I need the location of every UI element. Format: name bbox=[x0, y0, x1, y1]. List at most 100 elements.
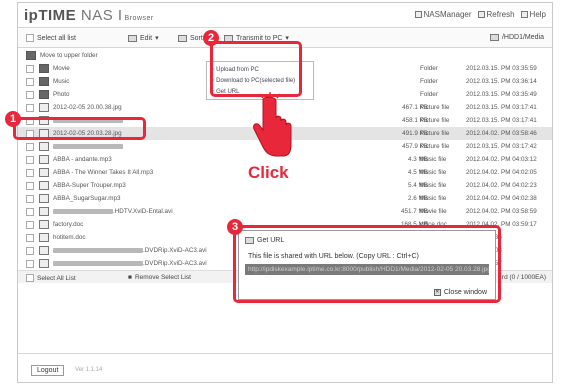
file-name: Move to upper folder bbox=[40, 52, 98, 59]
help-icon bbox=[520, 11, 528, 18]
file-type: Folder bbox=[420, 91, 438, 98]
row-checkbox[interactable] bbox=[26, 78, 34, 86]
logout-button[interactable]: Logout bbox=[31, 365, 65, 376]
table-row[interactable]: ABBA_SugarSugar.mp3 2.6 MB Music file 2012.… bbox=[18, 192, 552, 205]
row-checkbox[interactable] bbox=[26, 143, 34, 151]
row-checkbox[interactable] bbox=[26, 182, 34, 190]
header: ipTIME NAS I Browser NASManager Refresh H… bbox=[18, 3, 552, 28]
refresh-label: Refresh bbox=[486, 10, 515, 19]
step-1-marker: 1 bbox=[5, 111, 21, 127]
row-checkbox[interactable] bbox=[26, 91, 34, 99]
up-folder-icon bbox=[26, 51, 36, 60]
file-name: Photo bbox=[53, 91, 70, 98]
file-type: Movie file bbox=[420, 208, 447, 215]
logo-part: ip bbox=[24, 7, 39, 24]
quota-text: rd (0 / 1000EA) bbox=[501, 274, 546, 281]
music-file-icon bbox=[39, 194, 49, 203]
logo: ipTIME NAS I Browser bbox=[24, 7, 154, 24]
file-name: Movie bbox=[53, 65, 70, 72]
file-type: Music file bbox=[420, 169, 447, 176]
table-row[interactable]: .HDTV.XviD-Ental.avi 451.7 MB Movie file 20… bbox=[18, 205, 552, 218]
music-file-icon bbox=[39, 181, 49, 190]
select-all-checkbox[interactable] bbox=[26, 34, 34, 42]
select-all-list-toggle[interactable]: Select All List bbox=[26, 274, 76, 282]
select-all-toggle[interactable]: Select all list bbox=[26, 34, 76, 42]
file-type: Music file bbox=[420, 182, 447, 189]
movie-file-icon bbox=[39, 207, 49, 216]
file-date: 2012.03.15. PM 03:17:41 bbox=[466, 117, 537, 124]
edit-menu[interactable]: Edit ▾ bbox=[128, 34, 159, 42]
file-type: Music file bbox=[420, 195, 447, 202]
redaction bbox=[53, 247, 143, 253]
nas-manager-label: NASManager bbox=[423, 10, 472, 19]
remove-select-list-label: Remove Select List bbox=[134, 274, 191, 281]
music-file-icon bbox=[39, 155, 49, 164]
highlight-selected-file bbox=[13, 117, 146, 140]
file-date: 2012.03.15. PM 03:36:14 bbox=[466, 78, 537, 85]
step-2-marker: 2 bbox=[203, 30, 219, 46]
select-all-list-checkbox[interactable] bbox=[26, 274, 34, 282]
redaction bbox=[53, 208, 113, 214]
file-type: Picture file bbox=[420, 117, 450, 124]
file-name-suffix: .DVDRip.XviD-AC3.avi bbox=[143, 260, 207, 267]
row-checkbox[interactable] bbox=[26, 247, 34, 255]
row-checkbox[interactable] bbox=[26, 195, 34, 203]
file-date: 2012.04.02. PM 03:58:59 bbox=[466, 208, 537, 215]
step-3-marker: 3 bbox=[227, 219, 243, 235]
file-name-redacted bbox=[53, 143, 123, 150]
file-date: 2012.03.15. PM 03:17:42 bbox=[466, 143, 537, 150]
help-link[interactable]: Help bbox=[520, 10, 546, 19]
click-caption: Click bbox=[248, 163, 289, 182]
remove-select-list-button[interactable]: ■ Remove Select List bbox=[128, 274, 191, 281]
nas-manager-link[interactable]: NASManager bbox=[414, 10, 472, 19]
image-file-icon bbox=[39, 142, 49, 151]
file-type: Picture file bbox=[420, 130, 450, 137]
folder-icon bbox=[39, 90, 49, 99]
file-type: Folder bbox=[420, 78, 438, 85]
file-name: factory.doc bbox=[53, 221, 84, 228]
row-checkbox[interactable] bbox=[26, 65, 34, 73]
file-date: 2012.04.02. PM 04:02:38 bbox=[466, 195, 537, 202]
file-name: .DVDRip.XviD-AC3.avi bbox=[53, 260, 207, 267]
row-checkbox[interactable] bbox=[26, 260, 34, 268]
footer: Logout Ver 1.1.14 bbox=[18, 353, 552, 383]
file-type: Folder bbox=[420, 65, 438, 72]
row-checkbox[interactable] bbox=[26, 234, 34, 242]
file-name: ABBA-Super Trouper.mp3 bbox=[53, 182, 126, 189]
edit-label: Edit bbox=[140, 34, 153, 42]
doc-file-icon bbox=[39, 233, 49, 242]
file-name: Music bbox=[53, 78, 70, 85]
file-type: Picture file bbox=[420, 104, 450, 111]
nas-manager-icon bbox=[414, 11, 422, 18]
refresh-link[interactable]: Refresh bbox=[477, 10, 515, 19]
file-type: Music file bbox=[420, 156, 447, 163]
folder-icon bbox=[39, 64, 49, 73]
file-name: .HDTV.XviD-Ental.avi bbox=[53, 208, 173, 215]
pointer-hand-icon bbox=[253, 92, 292, 157]
row-checkbox[interactable] bbox=[26, 169, 34, 177]
file-date: 2012.03.15. PM 03:35:49 bbox=[466, 91, 537, 98]
help-label: Help bbox=[529, 10, 546, 19]
file-date: 2012.03.15. PM 03:35:59 bbox=[466, 65, 537, 72]
file-date: 2012.04.02. PM 03:58:46 bbox=[466, 130, 537, 137]
row-checkbox[interactable] bbox=[26, 208, 34, 216]
chevron-down-icon: ▾ bbox=[155, 35, 159, 42]
file-name: .DVDRip.XviD-AC3.avi bbox=[53, 247, 207, 254]
file-name: ABBA - The Winner Takes It All.mp3 bbox=[53, 169, 154, 176]
drive-icon bbox=[489, 34, 499, 41]
row-checkbox[interactable] bbox=[26, 221, 34, 229]
music-file-icon bbox=[39, 168, 49, 177]
file-type: Picture file bbox=[420, 143, 450, 150]
redaction bbox=[53, 260, 143, 266]
select-all-label: Select all list bbox=[37, 34, 76, 42]
row-checkbox[interactable] bbox=[26, 156, 34, 164]
row-checkbox[interactable] bbox=[26, 104, 34, 112]
logo-part: NAS I bbox=[76, 7, 123, 24]
image-file-icon bbox=[39, 103, 49, 112]
sort-label: Sort bbox=[190, 34, 203, 42]
sort-icon bbox=[178, 34, 187, 42]
file-date: 2012.03.15. PM 03:17:41 bbox=[466, 104, 537, 111]
file-name-suffix: .DVDRip.XviD-AC3.avi bbox=[143, 247, 207, 254]
highlight-url-dialog bbox=[233, 225, 501, 303]
logo-subtitle: Browser bbox=[124, 15, 154, 22]
